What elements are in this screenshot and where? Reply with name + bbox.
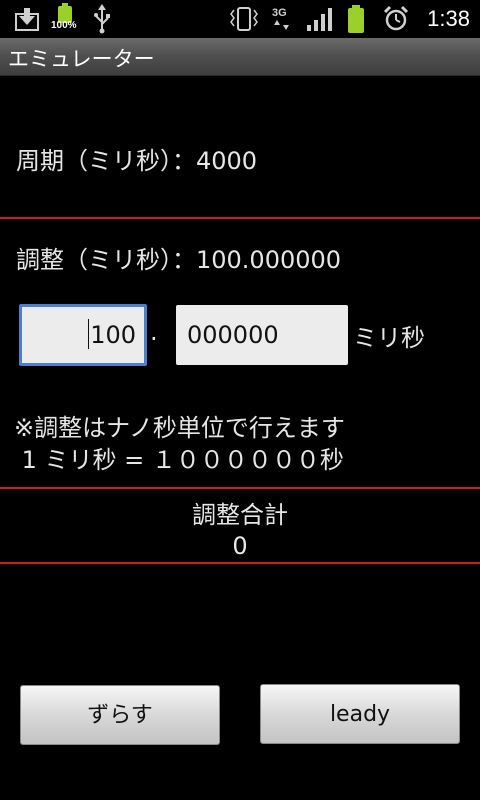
divider: [0, 562, 480, 564]
network-3g-icon: 3G: [272, 7, 289, 30]
battery-icon: [348, 5, 364, 33]
unit-label: ミリ秒: [353, 324, 425, 352]
note-line-1: ※調整はナノ秒単位で行えます: [14, 414, 345, 442]
decimal-separator: .: [150, 318, 158, 346]
title-bar: エミュレーター: [0, 38, 480, 76]
ready-button[interactable]: leady: [260, 684, 460, 744]
period-text: 周期（ミリ秒）：4000: [16, 147, 258, 175]
adjust-integer-value: 100: [90, 321, 136, 349]
vibrate-icon: [230, 7, 258, 31]
app-title: エミュレーター: [8, 47, 155, 71]
shift-button[interactable]: ずらす: [20, 685, 220, 745]
status-bar: 100% 3G 1:38: [0, 0, 480, 38]
note-line-2: 1 ミリ秒 = １００００００秒: [14, 446, 344, 474]
adjust-fraction-value: 000000: [187, 321, 279, 349]
svg-text:3G: 3G: [272, 7, 287, 19]
download-notification-icon: [15, 8, 39, 31]
total-value: 0: [232, 532, 248, 560]
adjust-integer-input[interactable]: 100: [19, 304, 147, 366]
usb-icon: [94, 4, 110, 34]
total-label: 調整合計: [192, 501, 288, 529]
signal-strength-icon: [307, 8, 332, 31]
adjust-fraction-input[interactable]: 000000: [176, 305, 348, 365]
status-clock: 1:38: [427, 6, 470, 31]
adjust-text: 調整（ミリ秒）：100.000000: [16, 246, 342, 274]
divider: [0, 217, 480, 219]
text-cursor: [88, 319, 90, 349]
alarm-icon: [383, 5, 409, 31]
divider: [0, 487, 480, 489]
battery-percent-label: 100%: [51, 20, 77, 31]
